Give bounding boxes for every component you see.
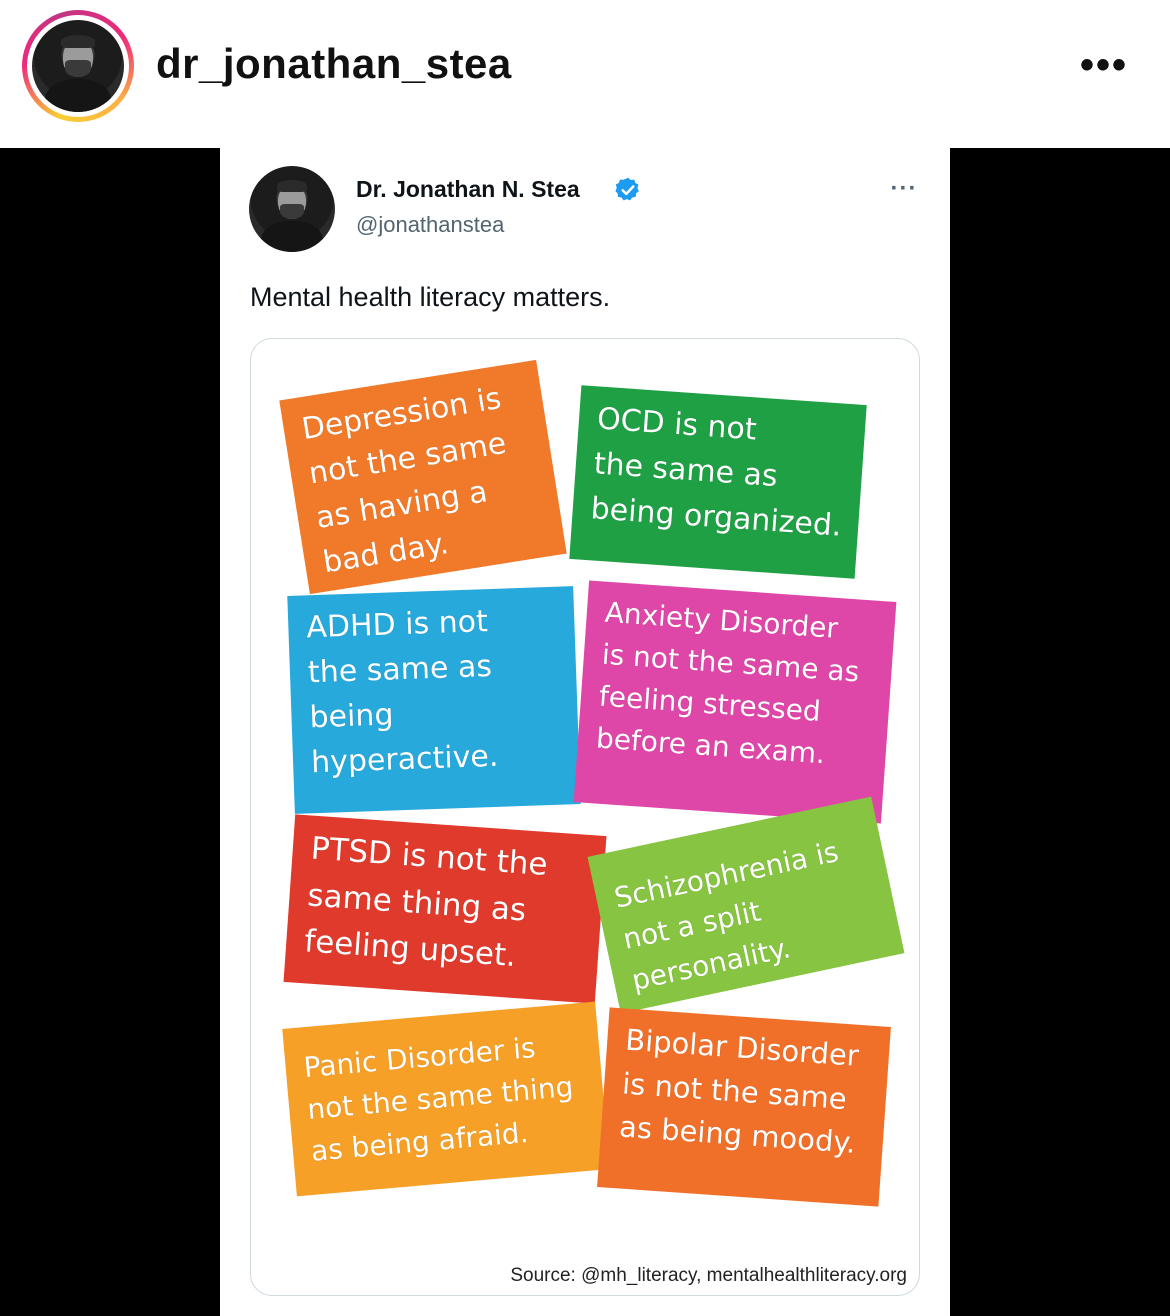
note-schizophrenia: Schizophrenia is not a split personality…: [587, 796, 905, 1014]
tweet-display-name: Dr. Jonathan N. Stea: [356, 176, 580, 202]
note-adhd: ADHD is not the same as being hyperactiv…: [287, 586, 581, 814]
tweet-image: Depression is not the same as having a b…: [250, 338, 920, 1296]
verified-badge-icon: [615, 177, 639, 201]
note-bipolar: Bipolar Disorder is not the same as bein…: [597, 1007, 891, 1207]
tweet-avatar: [249, 166, 335, 252]
avatar-photo: [32, 20, 124, 112]
note-anxiety: Anxiety Disorder is not the same as feel…: [573, 580, 897, 824]
more-options-icon[interactable]: •••: [1074, 40, 1134, 90]
note-ptsd: PTSD is not the same thing as feeling up…: [283, 814, 607, 1004]
note-panic: Panic Disorder is not the same thing as …: [282, 1001, 610, 1197]
post-header: dr_jonathan_stea •••: [0, 0, 1170, 148]
profile-avatar[interactable]: [22, 10, 134, 122]
note-ocd: OCD is not the same as being organized.: [569, 385, 867, 579]
source-caption: Source: @mh_literacy, mentalhealthlitera…: [510, 1265, 907, 1286]
tweet-card: Dr. Jonathan N. Stea @jonathanstea ··· M…: [220, 148, 950, 1316]
tweet-handle: @jonathanstea: [356, 212, 505, 237]
tweet-more-icon: ···: [890, 175, 918, 202]
tweet-text: Mental health literacy matters.: [250, 282, 611, 312]
note-depression: Depression is not the same as having a b…: [279, 359, 567, 595]
username-link[interactable]: dr_jonathan_stea: [156, 40, 512, 88]
